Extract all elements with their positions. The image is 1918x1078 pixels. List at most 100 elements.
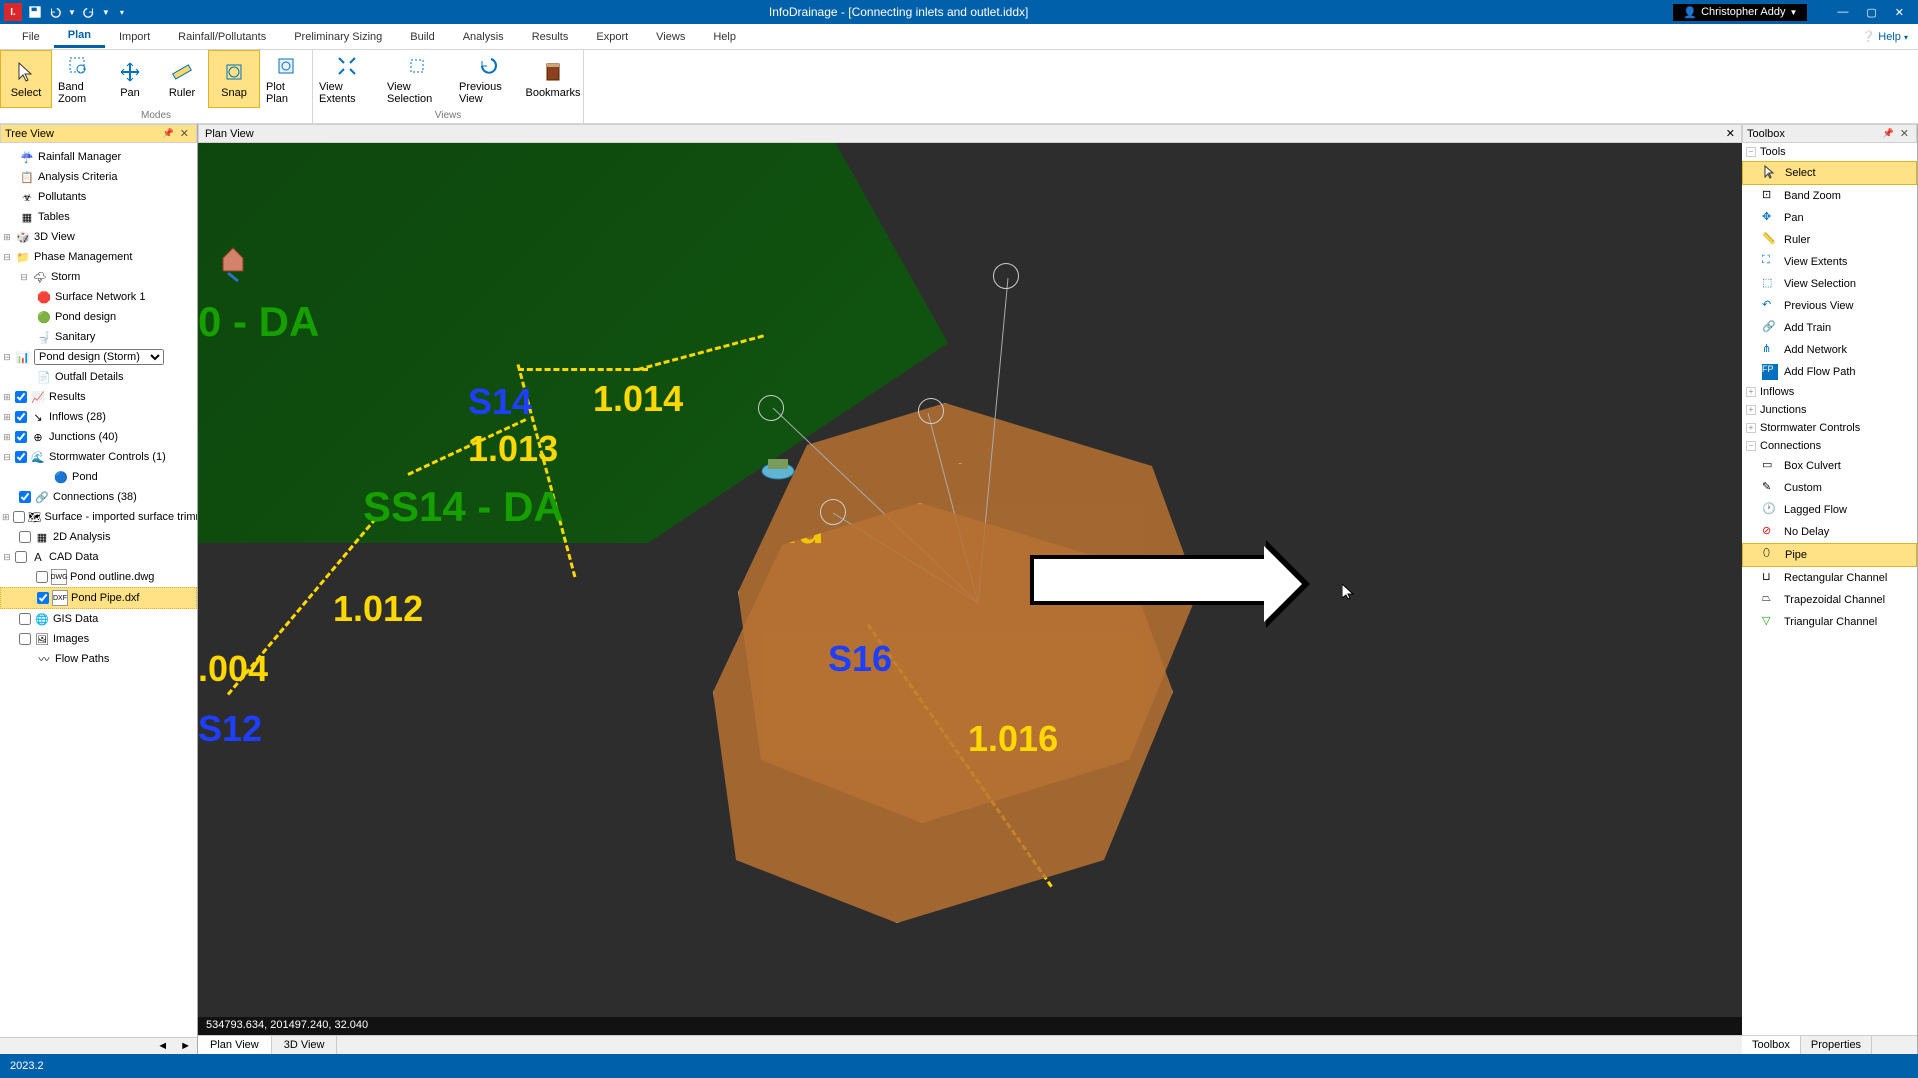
tool-pipe[interactable]: ⬯Pipe [1742,543,1917,567]
tool-addtrain[interactable]: 🔗Add Train [1742,317,1917,339]
checkbox[interactable] [15,551,27,563]
node-circle[interactable] [918,398,944,424]
expand-icon[interactable]: ⊞ [2,392,12,403]
menu-build[interactable]: Build [396,27,448,47]
expand-icon[interactable]: + [1746,423,1756,433]
tool-trichannel[interactable]: ▽Triangular Channel [1742,611,1917,633]
ribbon-plotplan-button[interactable]: Plot Plan [260,50,312,108]
collapse-icon[interactable]: − [1746,441,1756,451]
tool-laggedflow[interactable]: 🕐Lagged Flow [1742,499,1917,521]
tool-ruler[interactable]: 📏Ruler [1742,229,1917,251]
menu-import[interactable]: Import [105,27,164,47]
menu-export[interactable]: Export [582,27,642,47]
node-circle[interactable] [758,395,784,421]
user-badge[interactable]: 👤 Christopher Addy ▼ [1673,4,1807,21]
checkbox[interactable] [19,531,31,543]
tool-viewextents[interactable]: ⛶View Extents [1742,251,1917,273]
close-panel-icon[interactable]: ✕ [1897,127,1912,140]
toolgroup-junctions[interactable]: +Junctions [1742,401,1917,419]
tree-node[interactable]: DWGPond outline.dwg [0,567,197,587]
menu-rainfall[interactable]: Rainfall/Pollutants [164,27,280,47]
tree-node[interactable]: ⊞🎲3D View [0,227,197,247]
phase-select[interactable]: Pond design (Storm) [34,349,164,365]
ribbon-bandzoom-button[interactable]: Band Zoom [52,50,104,108]
expand-icon[interactable]: ⊞ [2,412,12,423]
tree[interactable]: ☔Rainfall Manager 📋Analysis Criteria ☣Po… [0,143,197,1037]
tree-node[interactable]: ▦Tables [0,207,197,227]
tree-node[interactable]: ⊟🌩Storm [0,267,197,287]
redo-dropdown-icon[interactable]: ▼ [102,8,110,17]
pin-icon[interactable]: 📌 [1880,128,1897,139]
node-circle[interactable] [820,499,846,525]
close-button[interactable]: ✕ [1895,6,1904,19]
checkbox[interactable] [36,571,48,583]
tree-node[interactable]: 🌐GIS Data [0,609,197,629]
tree-node[interactable]: ⊞↘Inflows (28) [0,407,197,427]
node-circle[interactable] [993,263,1019,289]
tree-node[interactable]: ☣Pollutants [0,187,197,207]
tool-addflowpath[interactable]: FPAdd Flow Path [1742,361,1917,383]
tree-node[interactable]: ⊞📈Results [0,387,197,407]
expand-icon[interactable]: ⊞ [2,432,12,443]
tree-node[interactable]: 🚽Sanitary [0,327,197,347]
tool-viewselection[interactable]: ⬚View Selection [1742,273,1917,295]
expand-icon[interactable]: ⊞ [2,512,10,523]
tool-bandzoom[interactable]: ⊡Band Zoom [1742,185,1917,207]
redo-icon[interactable] [82,5,96,19]
tree-node[interactable]: ⊞⊕Junctions (40) [0,427,197,447]
close-panel-icon[interactable]: ✕ [177,127,192,140]
tab-3dview[interactable]: 3D View [272,1036,338,1054]
tree-node[interactable]: 🟢Pond design [0,307,197,327]
tree-node[interactable]: 🔗Connections (38) [0,487,197,507]
checkbox[interactable] [19,491,31,503]
collapse-icon[interactable]: − [1746,147,1756,157]
ribbon-prevview-button[interactable]: Previous View [453,50,523,108]
tool-custom[interactable]: ✎Custom [1742,477,1917,499]
tree-node[interactable]: 📄Outfall Details [0,367,197,387]
close-planview-icon[interactable]: ✕ [1726,127,1735,140]
expand-icon[interactable]: ⊞ [2,232,12,243]
pond-icon[interactable] [758,453,798,483]
collapse-icon[interactable]: ⊟ [19,272,29,283]
toolgroup-inflows[interactable]: +Inflows [1742,383,1917,401]
menu-analysis[interactable]: Analysis [449,27,518,47]
collapse-icon[interactable]: ⊟ [2,552,12,563]
tree-node[interactable]: 🛑Surface Network 1 [0,287,197,307]
ribbon-viewselection-button[interactable]: View Selection [381,50,453,108]
tree-node[interactable]: 📋Analysis Criteria [0,167,197,187]
tree-node[interactable]: 🖼Images [0,629,197,649]
scroll-left-icon[interactable]: ◄ [151,1038,174,1054]
toolgroup-tools[interactable]: −Tools [1742,143,1917,161]
tree-node[interactable]: ⊞🗺Surface - imported surface trimmed [0,507,197,527]
tree-node[interactable]: ☔Rainfall Manager [0,147,197,167]
collapse-icon[interactable]: ⊟ [2,452,12,463]
help-link[interactable]: ❔ Help ▾ [1862,30,1908,43]
menu-views[interactable]: Views [642,27,699,47]
ribbon-pan-button[interactable]: Pan [104,50,156,108]
checkbox[interactable] [15,391,27,403]
menu-results[interactable]: Results [518,27,583,47]
tool-addnetwork[interactable]: ⋔Add Network [1742,339,1917,361]
expand-icon[interactable]: + [1746,387,1756,397]
tool-trapchannel[interactable]: ⏢Trapezoidal Channel [1742,589,1917,611]
tab-toolbox[interactable]: Toolbox [1742,1036,1801,1054]
tree-node-dropdown[interactable]: ⊟📊Pond design (Storm) [0,347,197,367]
ribbon-viewextents-button[interactable]: View Extents [313,50,381,108]
checkbox[interactable] [13,511,25,523]
tree-node[interactable]: ⊟📁Phase Management [0,247,197,267]
pin-icon[interactable]: 📌 [160,128,177,139]
toolgroup-connections[interactable]: −Connections [1742,437,1917,455]
ribbon-ruler-button[interactable]: Ruler [156,50,208,108]
tree-node[interactable]: ⊟ＡCAD Data [0,547,197,567]
save-icon[interactable] [28,5,42,19]
checkbox[interactable] [37,592,49,604]
undo-icon[interactable] [48,5,62,19]
tree-node[interactable]: ⊟🌊Stormwater Controls (1) [0,447,197,467]
tool-select[interactable]: Select [1742,161,1917,185]
tree-node[interactable]: 〰Flow Paths [0,649,197,669]
checkbox[interactable] [15,411,27,423]
minimize-button[interactable]: — [1837,6,1848,19]
inflow-icon[interactable] [213,243,253,283]
ribbon-bookmarks-button[interactable]: Bookmarks [523,50,583,108]
menu-file[interactable]: File [8,27,54,47]
